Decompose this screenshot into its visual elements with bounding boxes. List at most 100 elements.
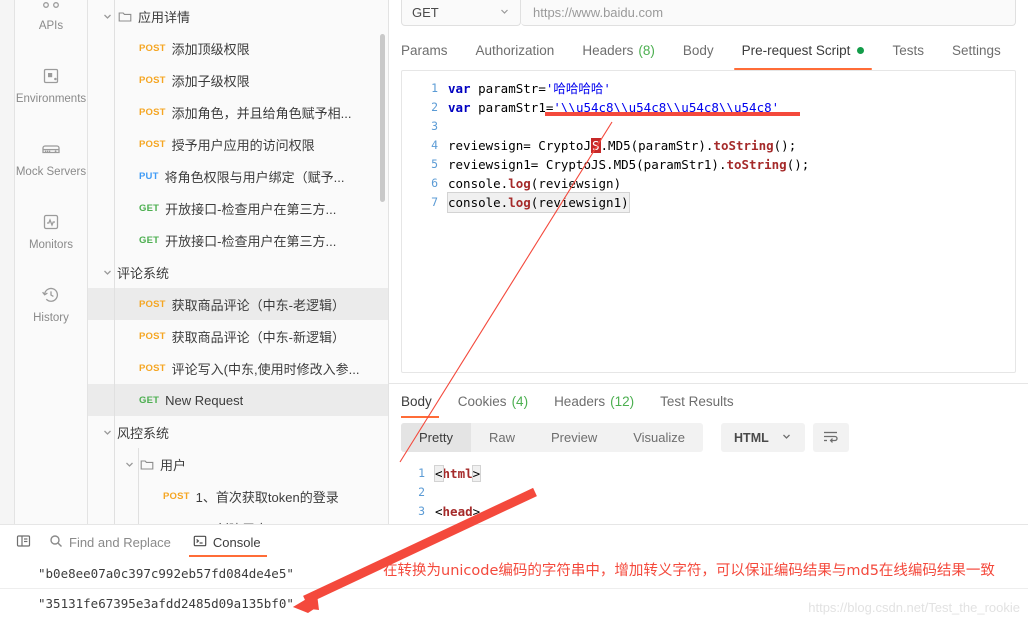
sidebar-item-history[interactable]: History [15, 282, 87, 325]
response-view-option[interactable]: Pretty [401, 423, 471, 452]
find-and-replace-label: Find and Replace [69, 535, 171, 550]
tree-row[interactable]: POST授予用户应用的访问权限 [88, 128, 388, 160]
tree-row[interactable]: GET 开放接口-检查用户在第三方... [88, 192, 388, 224]
bottom-toolbar: Find and Replace Console [0, 525, 1028, 559]
code-token: log [508, 195, 531, 210]
sidebar-item-mock-servers[interactable]: Mock Servers [15, 136, 87, 179]
url-bar: GET https://www.baidu.com [389, 0, 1028, 26]
tree-row[interactable]: POST添加角色，并且给角色赋予相... [88, 96, 388, 128]
line-number: 1 [402, 79, 448, 98]
tree-row[interactable]: 风控系统 [88, 416, 388, 448]
response-body-code[interactable]: 1<html>23<head> [389, 456, 1028, 521]
method-badge: PUT [139, 171, 159, 182]
response-tab[interactable]: Cookies(4) [445, 384, 541, 418]
line-number: 2 [389, 483, 435, 502]
response-tab-count: (4) [512, 394, 529, 409]
response-tab[interactable]: Headers(12) [541, 384, 647, 418]
tree-row-label: 评论写入(中东,使用时修改入参... [172, 359, 360, 378]
code-text[interactable]: var paramStr='哈哈哈哈' [448, 79, 611, 98]
line-number: 3 [389, 502, 435, 521]
code-text[interactable]: console.log(reviewsign1) [448, 193, 629, 212]
tree-row-label: 获取商品评论（中东-老逻辑） [172, 295, 345, 314]
tree-row[interactable]: POST获取商品评论（中东-老逻辑） [88, 288, 388, 320]
tree-spacer [122, 169, 136, 183]
tree-scrollbar[interactable] [380, 34, 385, 202]
method-badge: POST [139, 107, 166, 118]
response-code-line: 2 [389, 483, 1028, 502]
response-tab-label: Body [401, 394, 432, 409]
tree-row-label: 风控系统 [117, 423, 169, 442]
console-button[interactable]: Console [193, 525, 283, 559]
response-view-option[interactable]: Raw [471, 423, 533, 452]
sidebar-item-apis[interactable]: APIs [15, 0, 87, 33]
method-badge: POST [139, 331, 166, 342]
chevron-down-icon[interactable] [100, 265, 114, 279]
tree-row[interactable]: GET 开放接口-检查用户在第三方... [88, 224, 388, 256]
script-code[interactable]: 1var paramStr='哈哈哈哈'2var paramStr1='\\u5… [402, 71, 1015, 212]
response-code-text[interactable]: <head> [435, 502, 480, 521]
request-tab[interactable]: Tests [878, 30, 938, 70]
tree-spacer [122, 137, 136, 151]
folder-icon [117, 10, 132, 23]
chevron-down-icon[interactable] [122, 457, 136, 471]
tree-row[interactable]: POST获取商品评论（中东-新逻辑） [88, 320, 388, 352]
pre-request-script-editor[interactable]: 1var paramStr='哈哈哈哈'2var paramStr1='\\u5… [401, 70, 1016, 373]
response-code-line: 1<html> [389, 464, 1028, 483]
request-tab[interactable]: Pre-request Script [728, 30, 879, 70]
search-icon [49, 534, 63, 551]
response-format-select[interactable]: HTML [721, 423, 805, 452]
http-method-select[interactable]: GET [401, 0, 521, 26]
response-code-text[interactable]: <html> [435, 464, 480, 483]
response-tab[interactable]: Test Results [647, 384, 747, 418]
request-tab[interactable]: Settings [938, 30, 1015, 70]
code-token: < [435, 466, 443, 481]
request-tab[interactable]: Authorization [462, 30, 569, 70]
chevron-down-icon[interactable] [100, 425, 114, 439]
method-badge: GET [139, 203, 159, 214]
tree-row[interactable]: PUT 将角色权限与用户绑定（赋予... [88, 160, 388, 192]
toggle-sidebar-button[interactable] [16, 525, 49, 559]
method-badge: GET [139, 235, 159, 246]
chevron-down-icon[interactable] [100, 9, 114, 23]
sidebar-label-monitors: Monitors [29, 238, 73, 252]
tree-row-label: 开放接口-检查用户在第三方... [165, 231, 336, 250]
request-tabs[interactable]: ParamsAuthorizationHeaders(8)BodyPre-req… [389, 30, 1028, 70]
tree-row[interactable]: POST1、首次获取token的登录 [88, 480, 388, 512]
code-token: paramStr= [478, 81, 546, 96]
tree-row[interactable]: 用户 [88, 448, 388, 480]
response-view-option[interactable]: Preview [533, 423, 615, 452]
code-text[interactable]: reviewsign= CryptoJS.MD5(paramStr).toStr… [448, 136, 796, 155]
sidebar-item-environments[interactable]: Environments [15, 63, 87, 106]
tree-row[interactable]: POST评论写入(中东,使用时修改入参... [88, 352, 388, 384]
tree-row[interactable]: 应用详情 [88, 0, 388, 32]
line-number: 2 [402, 98, 448, 117]
code-text[interactable]: console.log(reviewsign) [448, 174, 621, 193]
tree-row-label: 开放接口-检查用户在第三方... [165, 199, 336, 218]
response-tab[interactable]: Body [401, 384, 445, 418]
tree-spacer [122, 361, 136, 375]
response-view-toolbar: PrettyRawPreviewVisualize HTML [389, 423, 1028, 452]
request-tab[interactable]: Body [669, 30, 728, 70]
tree-row[interactable]: POST添加顶级权限 [88, 32, 388, 64]
tree-row[interactable]: POST添加子级权限 [88, 64, 388, 96]
sidebar-item-monitors[interactable]: Monitors [15, 209, 87, 252]
code-text[interactable]: var paramStr1='\\u54c8\\u54c8\\u54c8\\u5… [448, 98, 779, 117]
url-input[interactable]: https://www.baidu.com [521, 0, 1016, 26]
request-tab[interactable]: Headers(8) [568, 30, 669, 70]
code-token: .MD5(paramStr) [601, 138, 706, 153]
tree-row[interactable]: 评论系统 [88, 256, 388, 288]
code-line: 3 [402, 117, 1015, 136]
line-number: 1 [389, 464, 435, 483]
code-text[interactable]: reviewsign1= CryptoJS.MD5(paramStr1).toS… [448, 155, 809, 174]
request-tab[interactable]: Params [401, 30, 462, 70]
response-tabs[interactable]: Body Cookies(4)Headers(12)Test Results [389, 384, 1028, 418]
wrap-lines-button[interactable] [813, 423, 849, 452]
response-view-segments[interactable]: PrettyRawPreviewVisualize [401, 423, 703, 452]
tree-spacer [122, 105, 136, 119]
find-and-replace-button[interactable]: Find and Replace [49, 525, 193, 559]
tree-spacer [122, 41, 136, 55]
tree-row[interactable]: GETNew Request [88, 384, 388, 416]
response-view-option[interactable]: Visualize [615, 423, 703, 452]
tree-row-label: 将角色权限与用户绑定（赋予... [165, 167, 345, 186]
response-format-value: HTML [734, 431, 769, 445]
